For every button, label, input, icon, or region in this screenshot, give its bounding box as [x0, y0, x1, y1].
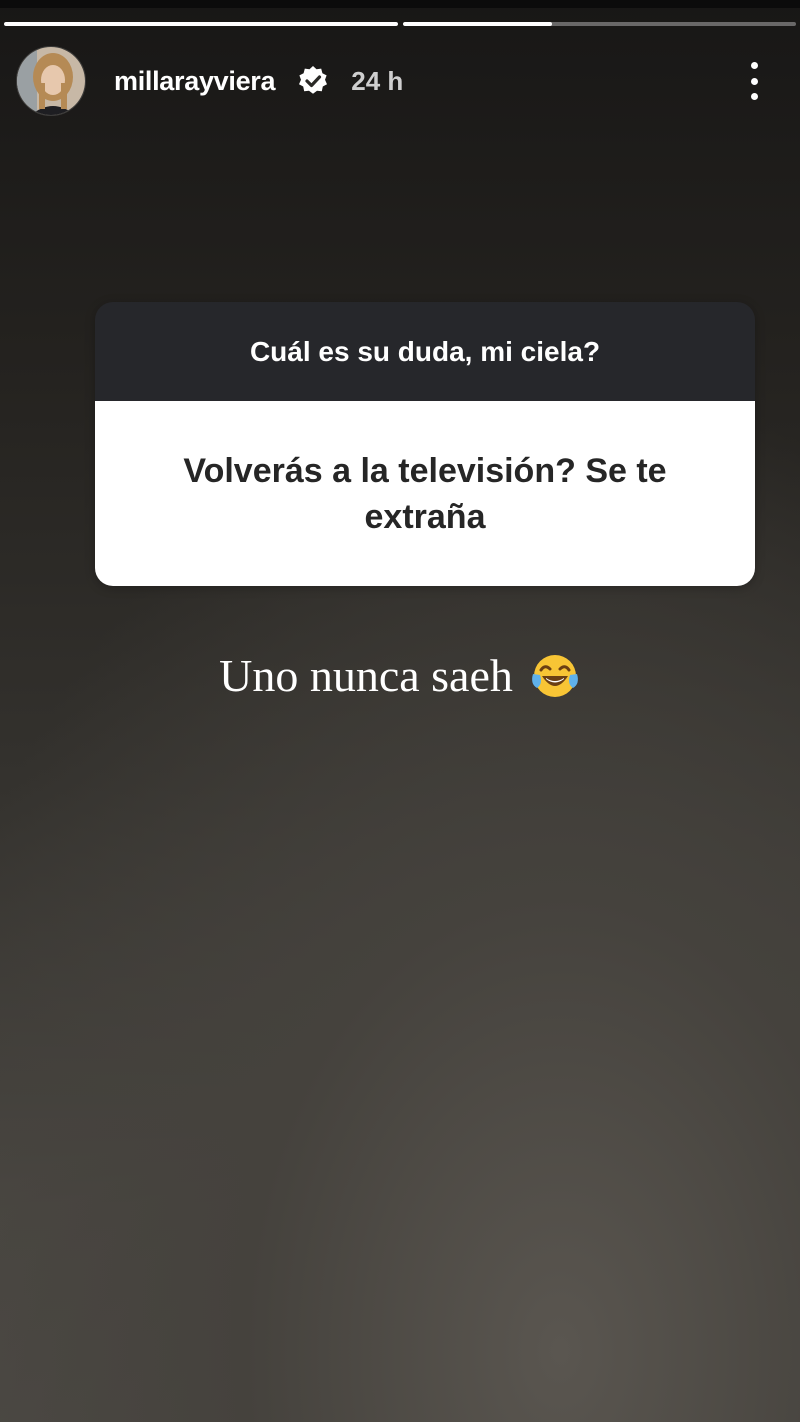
more-dot: [750, 62, 758, 69]
story-header: millarayviera 24 h: [16, 46, 784, 116]
more-options-icon[interactable]: [744, 62, 764, 100]
verified-badge-icon: [297, 65, 329, 97]
face-with-tears-of-joy-icon: [529, 650, 581, 702]
answer-text: Uno nunca saeh: [219, 650, 513, 701]
avatar[interactable]: [16, 46, 86, 116]
status-bar: [0, 0, 800, 8]
story-view[interactable]: millarayviera 24 h Cuál es su duda, mi c…: [0, 0, 800, 1422]
story-time: 24 h: [351, 65, 404, 96]
more-dot: [750, 93, 758, 100]
question-prompt: Cuál es su duda, mi ciela?: [95, 302, 755, 401]
username[interactable]: millarayviera: [114, 66, 276, 97]
more-dot: [750, 77, 758, 85]
answer-caption: Uno nunca saeh: [0, 644, 800, 708]
question-text: Volverás a la televisión? Se te extraña: [95, 401, 755, 586]
progress-segment-2: [402, 22, 796, 26]
progress-segment-1: [4, 22, 398, 26]
progress-fill-1: [4, 22, 398, 26]
question-sticker: Cuál es su duda, mi ciela? Volverás a la…: [95, 302, 755, 586]
story-progress-bar: [4, 22, 796, 26]
progress-fill-2: [402, 22, 553, 26]
